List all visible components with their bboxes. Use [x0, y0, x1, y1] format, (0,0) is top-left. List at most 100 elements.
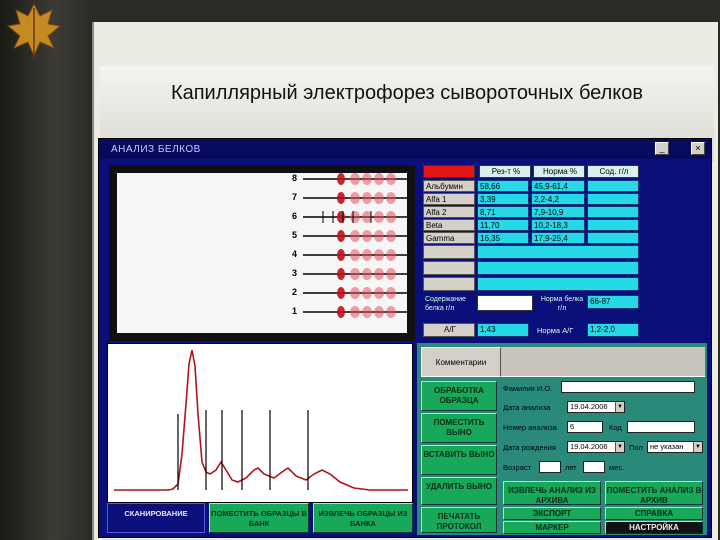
- export-button[interactable]: ЭКСПОРТ: [503, 507, 601, 520]
- gel-band: [337, 192, 345, 204]
- gel-band: [386, 306, 396, 318]
- gel-lane-label: 1: [291, 306, 297, 316]
- row-label: Gamma: [423, 232, 475, 244]
- scan-button[interactable]: СКАНИРОВАНИЕ: [107, 503, 205, 533]
- move-button[interactable]: ПОМЕСТИТЬ ВЫНО: [421, 413, 497, 443]
- ag-label: А/Г: [423, 323, 475, 337]
- gel-band: [374, 230, 384, 242]
- help-button[interactable]: СПРАВКА: [605, 507, 703, 520]
- row-norm: 10,2-18,3: [531, 219, 585, 231]
- autumn-leaf-decoration: [6, 2, 62, 58]
- gel-lane-label: 3: [291, 268, 297, 278]
- gel-band: [337, 211, 345, 223]
- print-protocol-button[interactable]: ПЕЧАТАТЬ ПРОТОКОЛ: [421, 507, 497, 533]
- delete-button[interactable]: УДАЛИТЬ ВЫНО: [421, 477, 497, 505]
- empty-row-label: [423, 277, 475, 291]
- close-button[interactable]: ×: [691, 142, 705, 155]
- window-titlebar: АНАЛИЗ БЕЛКОВ _ ×: [99, 139, 711, 159]
- gel-lane-label: 4: [291, 249, 297, 259]
- row-label: Альбумин: [423, 180, 475, 192]
- gel-band: [362, 230, 372, 242]
- row-result: 58,66: [477, 180, 529, 192]
- sex-select[interactable]: не указан ▼: [647, 441, 703, 453]
- analysis-date-label: Дата анализа: [503, 403, 551, 412]
- gel-lane-label: 7: [291, 192, 297, 202]
- analysis-number-label: Номер анализа: [503, 423, 557, 432]
- row-label: Beta: [423, 219, 475, 231]
- gel-band: [350, 211, 360, 223]
- extract-samples-from-bank-button[interactable]: ИЗВЛЕЧЬ ОБРАЗЦЫ ИЗ БАНКА: [313, 503, 413, 533]
- header-conc: Сод. г/л: [587, 165, 639, 178]
- empty-row-values: [477, 245, 639, 259]
- gel-band: [386, 211, 396, 223]
- gel-band: [362, 287, 372, 299]
- chevron-down-icon[interactable]: ▼: [615, 402, 624, 412]
- chevron-down-icon[interactable]: ▼: [693, 442, 702, 452]
- process-sample-button[interactable]: ОБРАБОТКА ОБРАЗЦА: [421, 381, 497, 411]
- settings-button[interactable]: НАСТРОЙКА: [605, 521, 703, 534]
- gel-band: [350, 306, 360, 318]
- gel-band: [350, 192, 360, 204]
- comments-area[interactable]: [501, 347, 705, 377]
- gel-lane-label: 2: [291, 287, 297, 297]
- gel-band: [362, 249, 372, 261]
- analysis-number-input[interactable]: 6: [567, 421, 603, 433]
- code-input[interactable]: [627, 421, 695, 433]
- name-input[interactable]: [561, 381, 695, 393]
- gel-band: [350, 230, 360, 242]
- gel-band: [337, 287, 345, 299]
- gel-band: [386, 173, 396, 185]
- put-samples-to-bank-button[interactable]: ПОМЕСТИТЬ ОБРАЗЦЫ В БАНК: [209, 503, 309, 533]
- empty-row-values: [477, 261, 639, 275]
- marker-button[interactable]: МАРКЕР: [503, 521, 601, 534]
- analysis-date-value: 19.04.2006: [570, 402, 608, 411]
- empty-row-values: [477, 277, 639, 291]
- gel-lane-label: 6: [291, 211, 297, 221]
- gel-band: [350, 268, 360, 280]
- gel-band: [374, 192, 384, 204]
- empty-row-label: [423, 261, 475, 275]
- row-result: 3,39: [477, 193, 529, 205]
- birth-date-value: 19.04.2006: [570, 442, 608, 451]
- age-years-input[interactable]: [539, 461, 561, 473]
- row-conc: [587, 232, 639, 244]
- age-months-input[interactable]: [583, 461, 605, 473]
- name-label: Фамилия И.О.: [503, 384, 553, 393]
- gel-band: [374, 287, 384, 299]
- gel-lane-label: 5: [291, 230, 297, 240]
- gel-bands: [303, 173, 409, 318]
- chevron-down-icon[interactable]: ▼: [615, 442, 624, 452]
- gel-band: [337, 230, 345, 242]
- ag-norm-label: Норма А/Г: [537, 326, 574, 335]
- analysis-date-select[interactable]: 19.04.2006 ▼: [567, 401, 625, 413]
- insert-button[interactable]: ВСТАВИТЬ ВЫНО: [421, 445, 497, 475]
- protein-content-input[interactable]: [477, 295, 533, 311]
- row-label: Alfa 1: [423, 193, 475, 205]
- protein-norm-label: Норма белка г/л: [540, 296, 584, 312]
- electrophoregram-chart: [107, 343, 413, 503]
- extract-from-archive-button[interactable]: ИЗВЛЕЧЬ АНАЛИЗ ИЗ АРХИВА: [503, 481, 601, 505]
- minimize-button[interactable]: _: [655, 142, 669, 155]
- row-conc: [587, 206, 639, 218]
- gel-band: [374, 249, 384, 261]
- years-label: лет: [565, 463, 577, 472]
- row-norm: 2,2-4,2: [531, 193, 585, 205]
- gel-band: [337, 173, 345, 185]
- gel-band: [386, 268, 396, 280]
- row-result: 16,35: [477, 232, 529, 244]
- slide-left-bar: [0, 0, 88, 540]
- gel-band: [362, 268, 372, 280]
- gel-band: [374, 306, 384, 318]
- birth-date-select[interactable]: 19.04.2006 ▼: [567, 441, 625, 453]
- gel-band: [374, 173, 384, 185]
- gel-lane-label: 8: [291, 173, 297, 183]
- gel-band: [337, 268, 345, 280]
- gel-band: [362, 173, 372, 185]
- gel-band: [362, 192, 372, 204]
- header-norm: Норма %: [533, 165, 585, 178]
- tab-comments[interactable]: Комментарии: [421, 347, 501, 377]
- gel-band: [386, 192, 396, 204]
- save-to-archive-button[interactable]: ПОМЕСТИТЬ АНАЛИЗ В АРХИВ: [605, 481, 703, 505]
- sex-value: не указан: [650, 442, 684, 451]
- gel-band: [374, 268, 384, 280]
